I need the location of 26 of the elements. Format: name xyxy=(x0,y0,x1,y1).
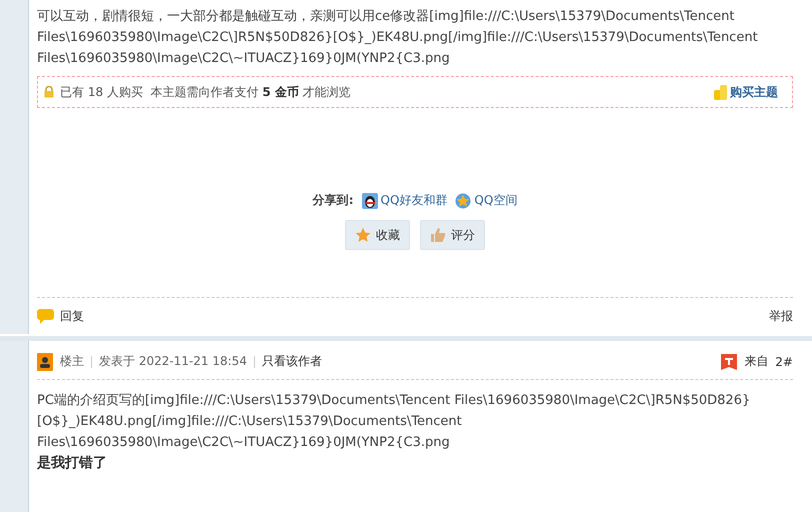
post-time: 发表于 2022-11-21 18:54 xyxy=(99,353,247,370)
top-badge-icon xyxy=(721,354,738,370)
only-author-link[interactable]: 只看该作者 xyxy=(262,353,322,370)
star-icon xyxy=(355,227,371,243)
star-badge-icon xyxy=(455,192,472,208)
penguin-icon xyxy=(362,192,378,208)
reply-link[interactable]: 回复 xyxy=(37,308,84,324)
coins-icon xyxy=(714,84,728,100)
rate-button[interactable]: 评分 xyxy=(420,220,485,250)
post-text: 是我打错了 xyxy=(37,454,108,473)
from-label: 来自 xyxy=(744,353,768,370)
floor-number: 2# xyxy=(775,354,793,368)
report-link[interactable]: 举报 xyxy=(769,308,793,324)
share-link[interactable]: QQ好友和群 xyxy=(362,192,448,209)
post-text: PC端的介绍页写的[img]file:///C:\Users\15379\Documents\Tencent Files\1696035980\Image\C2C\]R5N$50D826} [O$}_)EK48U.png[/img]file:///C:\Users\15379\Documents\Tencent Files\1696035980\Image\C2C\~ITUACZ}169}0JM(YNP2{C3.png xyxy=(37,392,752,452)
lock-icon xyxy=(44,86,54,98)
speech-bubble-icon xyxy=(37,308,54,324)
user-badge-icon xyxy=(37,352,53,370)
thumbs-up-icon xyxy=(430,227,446,243)
share-label: 分享到: xyxy=(312,192,354,209)
paywall-text: 已有 18 人购买 本主题需向作者支付 5 金币 才能浏览 xyxy=(60,84,351,100)
share-link[interactable]: QQ空间 xyxy=(455,192,518,209)
favorite-button[interactable]: 收藏 xyxy=(345,220,410,250)
post-text: 可以互动，剧情很短，一大部分都是触碰互动，亲测可以用ce修改器[img]file:///C:\Users\15379\Documents\Tencent Files\1696035980\Image\C2C\]R5N$50D826}[O$}_)EK48U.png[/img]file:///C:\Users\15379\Documents\Tencent Files\1696035980\Image\C2C\~ITUACZ}169}0JM(YNP2{C3.png xyxy=(37,8,759,68)
buy-topic-link[interactable]: 购买主题 xyxy=(714,84,778,100)
author-label: 楼主 xyxy=(60,353,84,370)
